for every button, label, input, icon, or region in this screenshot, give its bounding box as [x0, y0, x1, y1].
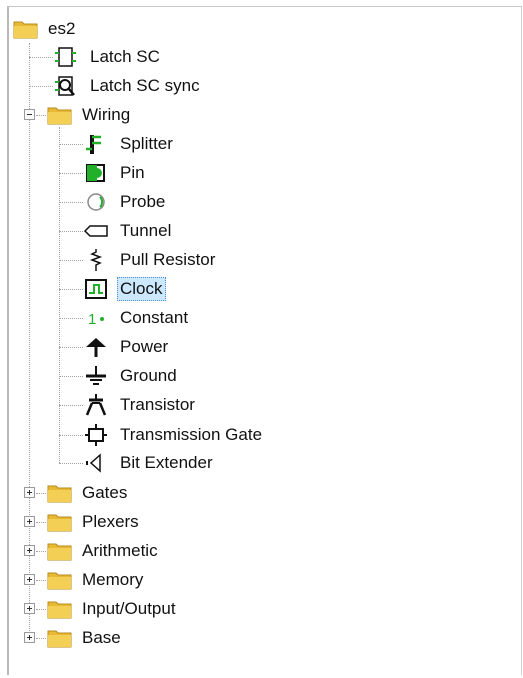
- tree-item-pin[interactable]: Pin: [83, 159, 148, 187]
- tree-item-ground[interactable]: Ground: [83, 362, 180, 390]
- tree-label: Constant: [120, 308, 189, 327]
- clock-icon: [85, 279, 107, 299]
- tree-branch: [59, 463, 83, 464]
- splitter-icon: [86, 135, 101, 154]
- expand-toggle-arithmetic[interactable]: [24, 545, 35, 556]
- tree-label: es2: [48, 19, 76, 38]
- folder-icon: [47, 630, 72, 648]
- tree-item-latch-sc-sync[interactable]: Latch SC sync: [53, 72, 203, 100]
- folder-icon: [47, 572, 72, 590]
- constant-icon: 1: [88, 311, 104, 328]
- tree-folder-gates[interactable]: Gates: [47, 479, 130, 507]
- folder-icon: [47, 107, 72, 125]
- tree-item-power[interactable]: Power: [83, 333, 171, 361]
- tree-branch: [59, 318, 83, 319]
- folder-icon: [47, 601, 72, 619]
- tree-item-constant[interactable]: 1 Constant: [83, 304, 191, 332]
- tree-folder-base[interactable]: Base: [47, 624, 124, 652]
- tree-guide-wiring: [59, 127, 60, 463]
- tree-branch: [59, 435, 83, 436]
- tree-branch: [36, 609, 46, 610]
- tree-branch: [59, 260, 83, 261]
- tree-branch: [29, 86, 53, 87]
- tree-item-transistor[interactable]: Transistor: [83, 391, 198, 419]
- tree-folder-input-output[interactable]: Input/Output: [47, 595, 179, 623]
- tree-label: Wiring: [82, 105, 131, 124]
- pull-resistor-icon: [89, 249, 103, 271]
- tree-root-es2[interactable]: es2: [13, 15, 78, 43]
- tree-item-latch-sc[interactable]: Latch SC: [53, 43, 163, 71]
- component-tree-panel: es2 Latch SC Latch SC sync Wiring Splitt…: [7, 6, 522, 675]
- tree-item-probe[interactable]: Probe: [83, 188, 168, 216]
- tree-item-bit-extender[interactable]: Bit Extender: [83, 449, 216, 477]
- subcircuit-icon: [55, 47, 76, 67]
- tree-item-pull-resistor[interactable]: Pull Resistor: [83, 246, 218, 274]
- subcircuit-magnify-icon: [55, 76, 75, 96]
- tree-branch: [36, 493, 46, 494]
- tree-label: Bit Extender: [120, 453, 213, 472]
- tree-label: Plexers: [82, 512, 139, 531]
- svg-text:1: 1: [88, 311, 96, 328]
- tree-label: Latch SC sync: [90, 76, 200, 95]
- tree-branch: [36, 638, 46, 639]
- expand-toggle-input-output[interactable]: [24, 603, 35, 614]
- tree-label: Gates: [82, 483, 128, 502]
- tree-item-tunnel[interactable]: Tunnel: [83, 217, 174, 245]
- tree-branch: [59, 347, 83, 348]
- tree-branch: [36, 580, 46, 581]
- tree-label: Transistor: [120, 395, 195, 414]
- expand-toggle-base[interactable]: [24, 632, 35, 643]
- tunnel-icon: [83, 225, 108, 237]
- transistor-icon: [85, 394, 107, 416]
- collapse-toggle-wiring[interactable]: [24, 109, 35, 120]
- tree-branch: [59, 202, 83, 203]
- expand-toggle-plexers[interactable]: [24, 516, 35, 527]
- tree-branch: [59, 405, 83, 406]
- tree-branch: [59, 144, 83, 145]
- tree-label: Memory: [82, 570, 144, 589]
- folder-icon: [47, 514, 72, 532]
- bit-extender-icon: [86, 453, 101, 473]
- tree-label: Ground: [120, 366, 177, 385]
- tree-label: Transmission Gate: [120, 425, 263, 444]
- tree-label-selected: Clock: [117, 277, 166, 301]
- tree-label: Latch SC: [90, 47, 160, 66]
- tree-folder-arithmetic[interactable]: Arithmetic: [47, 537, 161, 565]
- folder-icon: [47, 485, 72, 503]
- tree-folder-memory[interactable]: Memory: [47, 566, 146, 594]
- tree-branch: [29, 57, 53, 58]
- tree-label: Arithmetic: [82, 541, 158, 560]
- tree-item-splitter[interactable]: Splitter: [83, 130, 176, 158]
- tree-branch: [59, 173, 83, 174]
- probe-icon: [87, 193, 105, 211]
- tree-folder-wiring[interactable]: Wiring: [47, 101, 133, 129]
- tree-label: Base: [82, 628, 121, 647]
- tree-label: Power: [120, 337, 169, 356]
- tree-label: Input/Output: [82, 599, 176, 618]
- folder-icon: [47, 543, 72, 561]
- tree-branch: [59, 289, 83, 290]
- tree-label: Pull Resistor: [120, 250, 216, 269]
- tree-label: Tunnel: [120, 221, 172, 240]
- tree-branch: [59, 231, 83, 232]
- tree-item-clock[interactable]: Clock: [83, 275, 166, 303]
- tree-label: Pin: [120, 163, 145, 182]
- tree-item-transmission-gate[interactable]: Transmission Gate: [83, 421, 265, 449]
- power-icon: [86, 338, 106, 357]
- tree-branch: [36, 522, 46, 523]
- tree-label: Probe: [120, 192, 166, 211]
- transmission-gate-icon: [85, 424, 107, 446]
- tree-folder-plexers[interactable]: Plexers: [47, 508, 142, 536]
- tree-label: Splitter: [120, 134, 173, 153]
- expand-toggle-memory[interactable]: [24, 574, 35, 585]
- expand-toggle-gates[interactable]: [24, 487, 35, 498]
- ground-icon: [86, 366, 106, 385]
- tree-branch: [36, 115, 46, 116]
- tree-branch: [59, 376, 83, 377]
- pin-icon: [86, 164, 105, 182]
- tree-branch: [36, 551, 46, 552]
- folder-icon: [13, 21, 38, 39]
